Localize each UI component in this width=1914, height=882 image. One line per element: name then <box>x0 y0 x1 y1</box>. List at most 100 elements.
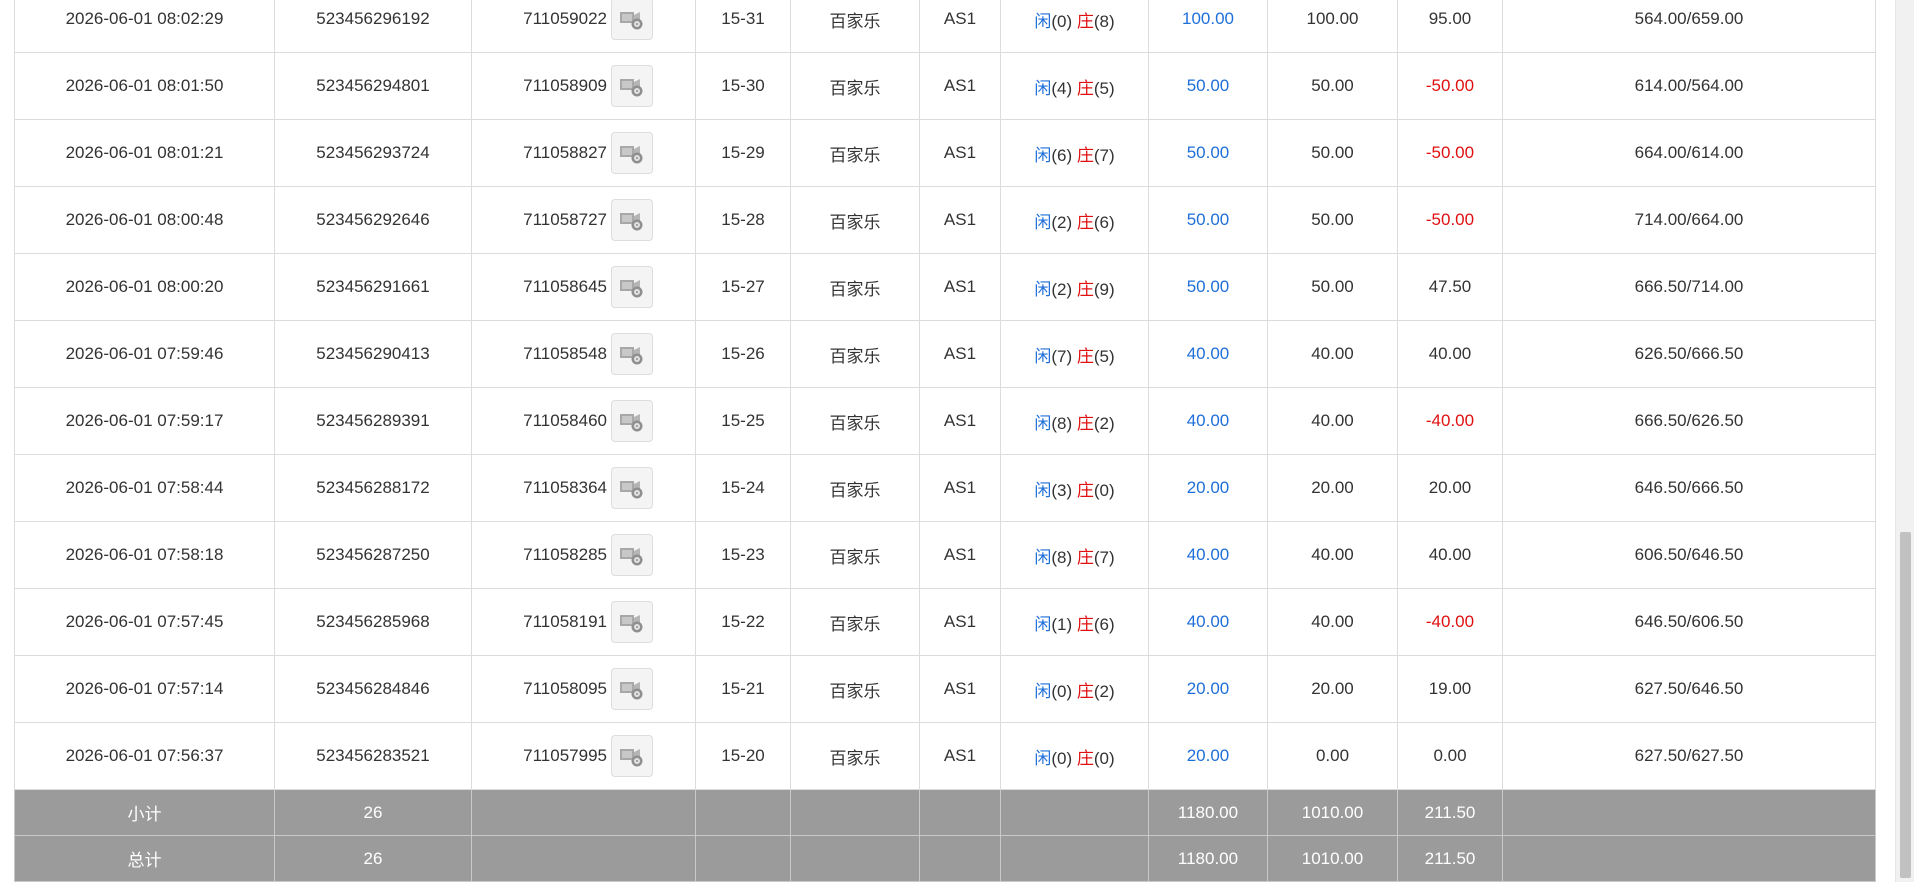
table-number: 15-26 <box>721 344 765 363</box>
video-replay-button[interactable] <box>611 132 653 174</box>
balance-before-after: 564.00/659.00 <box>1634 9 1744 28</box>
round-number: 711058548 <box>523 344 607 363</box>
bet-amount: 50.00 <box>1186 143 1230 162</box>
bet-amount: 100.00 <box>1182 9 1234 28</box>
table-number: 15-30 <box>721 76 765 95</box>
video-replay-button[interactable] <box>611 400 653 442</box>
banker-score: (0) <box>1093 748 1115 768</box>
round-number-cell: 711058827 <box>471 119 696 187</box>
table-number-cell: 15-25 <box>695 387 791 455</box>
round-number-cell: 711058460 <box>471 387 696 455</box>
table-code-cell: AS1 <box>919 454 1001 522</box>
game-type: 百家乐 <box>829 614 881 634</box>
player-score: (3) <box>1051 480 1073 500</box>
table-number-cell: 15-30 <box>695 52 791 120</box>
table-row: 2026-06-01 08:01:21 523456293724 7110588… <box>14 119 1876 187</box>
video-replay-button[interactable] <box>611 668 653 710</box>
summary-win-loss-cell: 211.50 <box>1397 789 1503 836</box>
video-replay-icon <box>620 146 643 164</box>
summary-empty-cell <box>790 835 920 882</box>
win-loss-cell: 40.00 <box>1397 521 1503 589</box>
game-type-cell: 百家乐 <box>790 521 920 589</box>
win-loss-cell: -40.00 <box>1397 387 1503 455</box>
win-loss-cell: -50.00 <box>1397 186 1503 254</box>
valid-bet: 50.00 <box>1311 277 1354 296</box>
bet-records-body: 2026-06-01 08:02:29 523456296192 7110590… <box>14 0 1876 882</box>
valid-bet-cell: 50.00 <box>1267 186 1398 254</box>
table-number-cell: 15-23 <box>695 521 791 589</box>
table-number-cell: 15-26 <box>695 320 791 388</box>
player-label: 闲 <box>1034 614 1052 634</box>
video-replay-button[interactable] <box>611 65 653 107</box>
bet-amount: 40.00 <box>1186 612 1230 631</box>
bet-time: 2026-06-01 07:59:17 <box>65 411 224 430</box>
player-score: (0) <box>1051 681 1073 701</box>
video-replay-button[interactable] <box>611 467 653 509</box>
balance-before-after: 614.00/564.00 <box>1634 76 1744 95</box>
order-number: 523456284846 <box>316 679 430 698</box>
video-replay-button[interactable] <box>611 266 653 308</box>
video-replay-button[interactable] <box>611 735 653 777</box>
game-type-cell: 百家乐 <box>790 320 920 388</box>
win-loss-cell: 19.00 <box>1397 655 1503 723</box>
banker-score: (9) <box>1093 279 1115 299</box>
game-type: 百家乐 <box>829 346 881 366</box>
bet-amount-cell: 40.00 <box>1148 588 1268 656</box>
video-replay-icon <box>620 347 643 365</box>
summary-empty-cell <box>695 789 791 836</box>
table-number: 15-29 <box>721 143 765 162</box>
video-replay-button[interactable] <box>611 534 653 576</box>
video-replay-button[interactable] <box>611 199 653 241</box>
banker-score: (2) <box>1093 681 1115 701</box>
player-label: 闲 <box>1034 748 1052 768</box>
valid-bet: 100.00 <box>1306 9 1359 28</box>
order-number-cell: 523456285968 <box>274 588 472 656</box>
balance-before-after: 666.50/714.00 <box>1634 277 1744 296</box>
balance-before-after: 664.00/614.00 <box>1634 143 1744 162</box>
bet-amount-cell: 50.00 <box>1148 253 1268 321</box>
table-code: AS1 <box>943 411 977 430</box>
summary-valid-bet-cell: 1010.00 <box>1267 789 1398 836</box>
round-number: 711058095 <box>523 679 607 698</box>
player-score: (2) <box>1051 279 1073 299</box>
win-loss-cell: 0.00 <box>1397 722 1503 790</box>
bet-time: 2026-06-01 08:01:50 <box>65 76 224 95</box>
win-loss-cell: 20.00 <box>1397 454 1503 522</box>
table-row: 2026-06-01 08:01:50 523456294801 7110589… <box>14 52 1876 120</box>
balance-cell: 646.50/606.50 <box>1502 588 1876 656</box>
video-replay-button[interactable] <box>611 333 653 375</box>
win-loss: 0.00 <box>1433 746 1467 765</box>
table-number-cell: 15-31 <box>695 0 791 53</box>
valid-bet: 50.00 <box>1311 76 1354 95</box>
valid-bet: 40.00 <box>1311 411 1354 430</box>
table-number-cell: 15-20 <box>695 722 791 790</box>
summary-win-loss: 211.50 <box>1424 848 1476 868</box>
vertical-scrollbar[interactable] <box>1895 0 1914 882</box>
summary-valid-bet: 1010.00 <box>1301 802 1364 822</box>
order-number: 523456287250 <box>316 545 430 564</box>
video-replay-icon <box>620 280 643 298</box>
game-result-cell: 闲(2) 庄(9) <box>1000 253 1149 321</box>
bet-time: 2026-06-01 07:59:46 <box>65 344 224 363</box>
order-number-cell: 523456289391 <box>274 387 472 455</box>
valid-bet: 20.00 <box>1311 478 1354 497</box>
banker-score: (7) <box>1093 145 1115 165</box>
game-type-cell: 百家乐 <box>790 588 920 656</box>
game-type: 百家乐 <box>829 681 881 701</box>
game-type-cell: 百家乐 <box>790 722 920 790</box>
order-number: 523456296192 <box>316 9 430 28</box>
table-row: 2026-06-01 07:59:46 523456290413 7110585… <box>14 320 1876 388</box>
table-code: AS1 <box>943 545 977 564</box>
table-code: AS1 <box>943 478 977 497</box>
banker-label: 庄 <box>1076 681 1094 701</box>
win-loss: 20.00 <box>1428 478 1472 497</box>
game-type-cell: 百家乐 <box>790 253 920 321</box>
valid-bet-cell: 40.00 <box>1267 588 1398 656</box>
video-replay-button[interactable] <box>611 0 653 40</box>
valid-bet: 50.00 <box>1311 210 1354 229</box>
video-replay-button[interactable] <box>611 601 653 643</box>
round-number: 711058364 <box>523 478 607 497</box>
balance-cell: 666.50/714.00 <box>1502 253 1876 321</box>
scrollbar-thumb[interactable] <box>1900 532 1911 878</box>
bet-amount: 40.00 <box>1186 545 1230 564</box>
